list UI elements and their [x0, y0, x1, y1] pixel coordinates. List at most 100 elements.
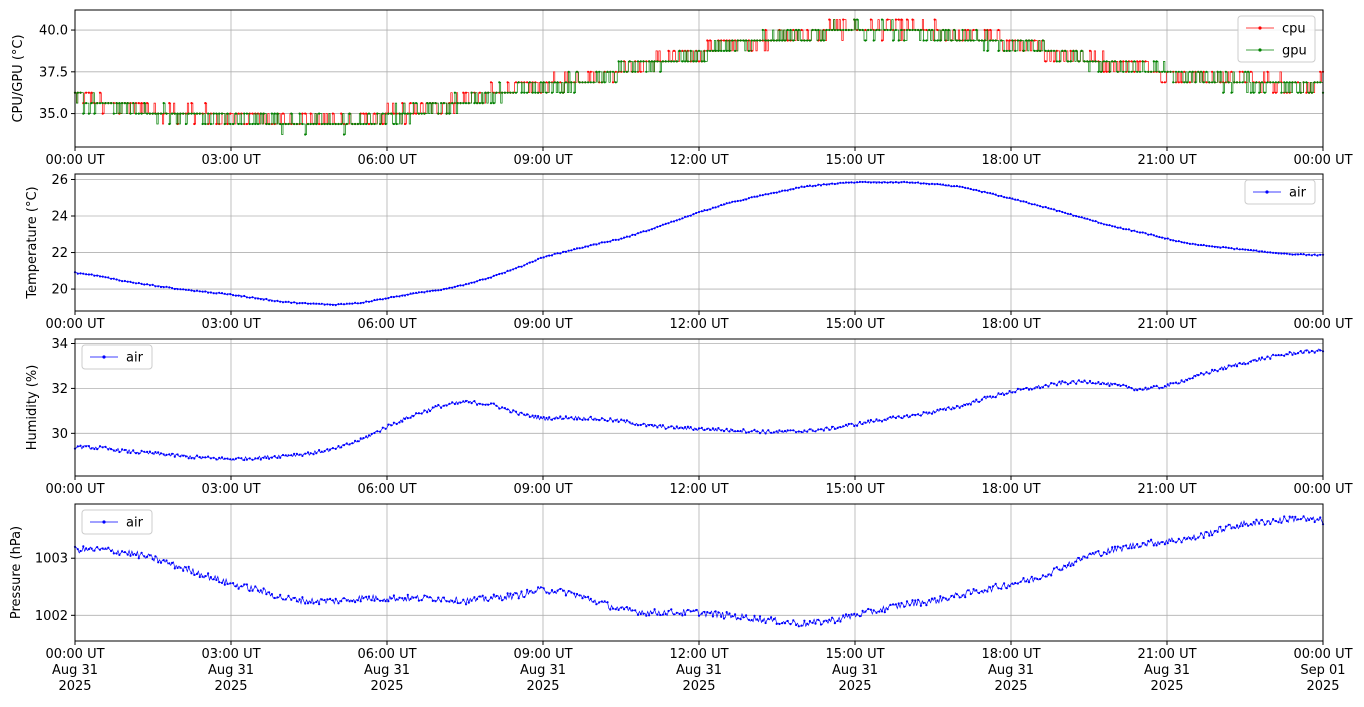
data-point: [1302, 81, 1305, 84]
data-point: [1130, 60, 1133, 63]
data-point: [1280, 353, 1283, 357]
data-point: [761, 619, 764, 622]
data-point: [653, 424, 656, 427]
data-point: [631, 70, 634, 73]
data-point: [728, 201, 731, 204]
data-point: [581, 418, 584, 421]
data-point: [994, 39, 997, 42]
data-point: [1272, 251, 1275, 254]
data-point: [387, 600, 390, 603]
data-point: [781, 189, 784, 192]
data-point: [1069, 60, 1072, 63]
data-point: [950, 185, 953, 188]
data-point: [140, 551, 143, 554]
data-point: [703, 60, 706, 63]
data-point: [598, 70, 601, 73]
data-point: [143, 102, 146, 105]
data-point: [290, 301, 293, 304]
data-point: [254, 122, 257, 126]
data-point: [1136, 389, 1139, 392]
data-point: [1027, 39, 1031, 42]
data-point: [542, 416, 545, 419]
data-point: [1141, 542, 1144, 545]
data-point: [559, 415, 562, 418]
data-point: [279, 122, 282, 126]
data-point: [620, 237, 623, 240]
data-point: [442, 288, 445, 291]
panel-1: 00:00 UT 03:00 UT 06:00 UT 09:00 UT 12:00 UT…: [11, 9, 1353, 168]
data-point: [376, 112, 379, 115]
data-point: [700, 612, 703, 615]
data-point: [892, 603, 895, 606]
data-point: [415, 291, 418, 294]
data-point: [1291, 253, 1294, 256]
data-point: [1244, 523, 1247, 526]
data-point: [692, 213, 695, 216]
data-point: [700, 60, 703, 63]
data-point: [1202, 373, 1205, 376]
data-point: [689, 610, 692, 613]
legend: air: [81, 509, 153, 535]
data-point: [808, 620, 812, 623]
data-point: [667, 49, 670, 53]
data-point: [270, 593, 273, 596]
data-point: [1014, 581, 1017, 585]
data-point: [320, 598, 323, 601]
data-point: [351, 122, 354, 126]
data-point: [1169, 382, 1172, 385]
data-point: [905, 18, 909, 21]
x-tick-label: 00:00 UT Sep 01 2025: [1293, 647, 1352, 694]
data-point: [342, 597, 346, 600]
data-point: [1152, 234, 1155, 237]
data-point: [775, 39, 778, 42]
data-point: [1119, 546, 1122, 549]
data-point: [1172, 81, 1175, 84]
data-point: [520, 411, 523, 414]
data-point: [265, 456, 268, 460]
data-point: [470, 281, 473, 284]
data-point: [395, 422, 398, 426]
data-point: [1222, 368, 1225, 371]
data-point: [320, 122, 323, 126]
data-point: [1044, 49, 1047, 53]
data-point: [634, 423, 637, 426]
data-point: [506, 81, 509, 84]
data-point: [1199, 372, 1203, 375]
data-point: [1105, 552, 1108, 556]
data-point: [562, 250, 565, 253]
data-point: [850, 613, 853, 616]
data-point: [847, 422, 850, 426]
data-point: [1108, 551, 1111, 554]
data-point: [162, 559, 165, 562]
data-point: [1166, 70, 1169, 73]
data-point: [623, 608, 626, 611]
data-point: [1283, 81, 1286, 84]
data-point: [132, 281, 135, 284]
data-point: [1064, 211, 1067, 214]
data-point: [1116, 384, 1119, 387]
data-point: [481, 403, 484, 406]
data-point: [406, 593, 409, 597]
data-point: [1316, 81, 1319, 84]
data-point: [376, 430, 379, 433]
data-point: [659, 70, 662, 73]
data-point: [914, 28, 917, 32]
data-point: [112, 112, 115, 115]
data-point: [384, 122, 387, 126]
data-point: [703, 209, 706, 212]
data-point: [905, 181, 909, 184]
data-point: [900, 416, 903, 419]
data-point: [739, 429, 742, 433]
data-point: [1288, 253, 1291, 256]
data-point: [473, 281, 476, 284]
data-point: [636, 232, 640, 235]
data-point: [528, 261, 531, 264]
data-point: [209, 122, 212, 126]
data-point: [964, 39, 967, 42]
data-point: [1047, 573, 1050, 576]
x-tick-label: 12:00 UT: [669, 317, 728, 332]
data-point: [736, 429, 739, 433]
data-point: [284, 598, 287, 601]
data-point: [1205, 244, 1208, 247]
data-point: [140, 282, 143, 285]
